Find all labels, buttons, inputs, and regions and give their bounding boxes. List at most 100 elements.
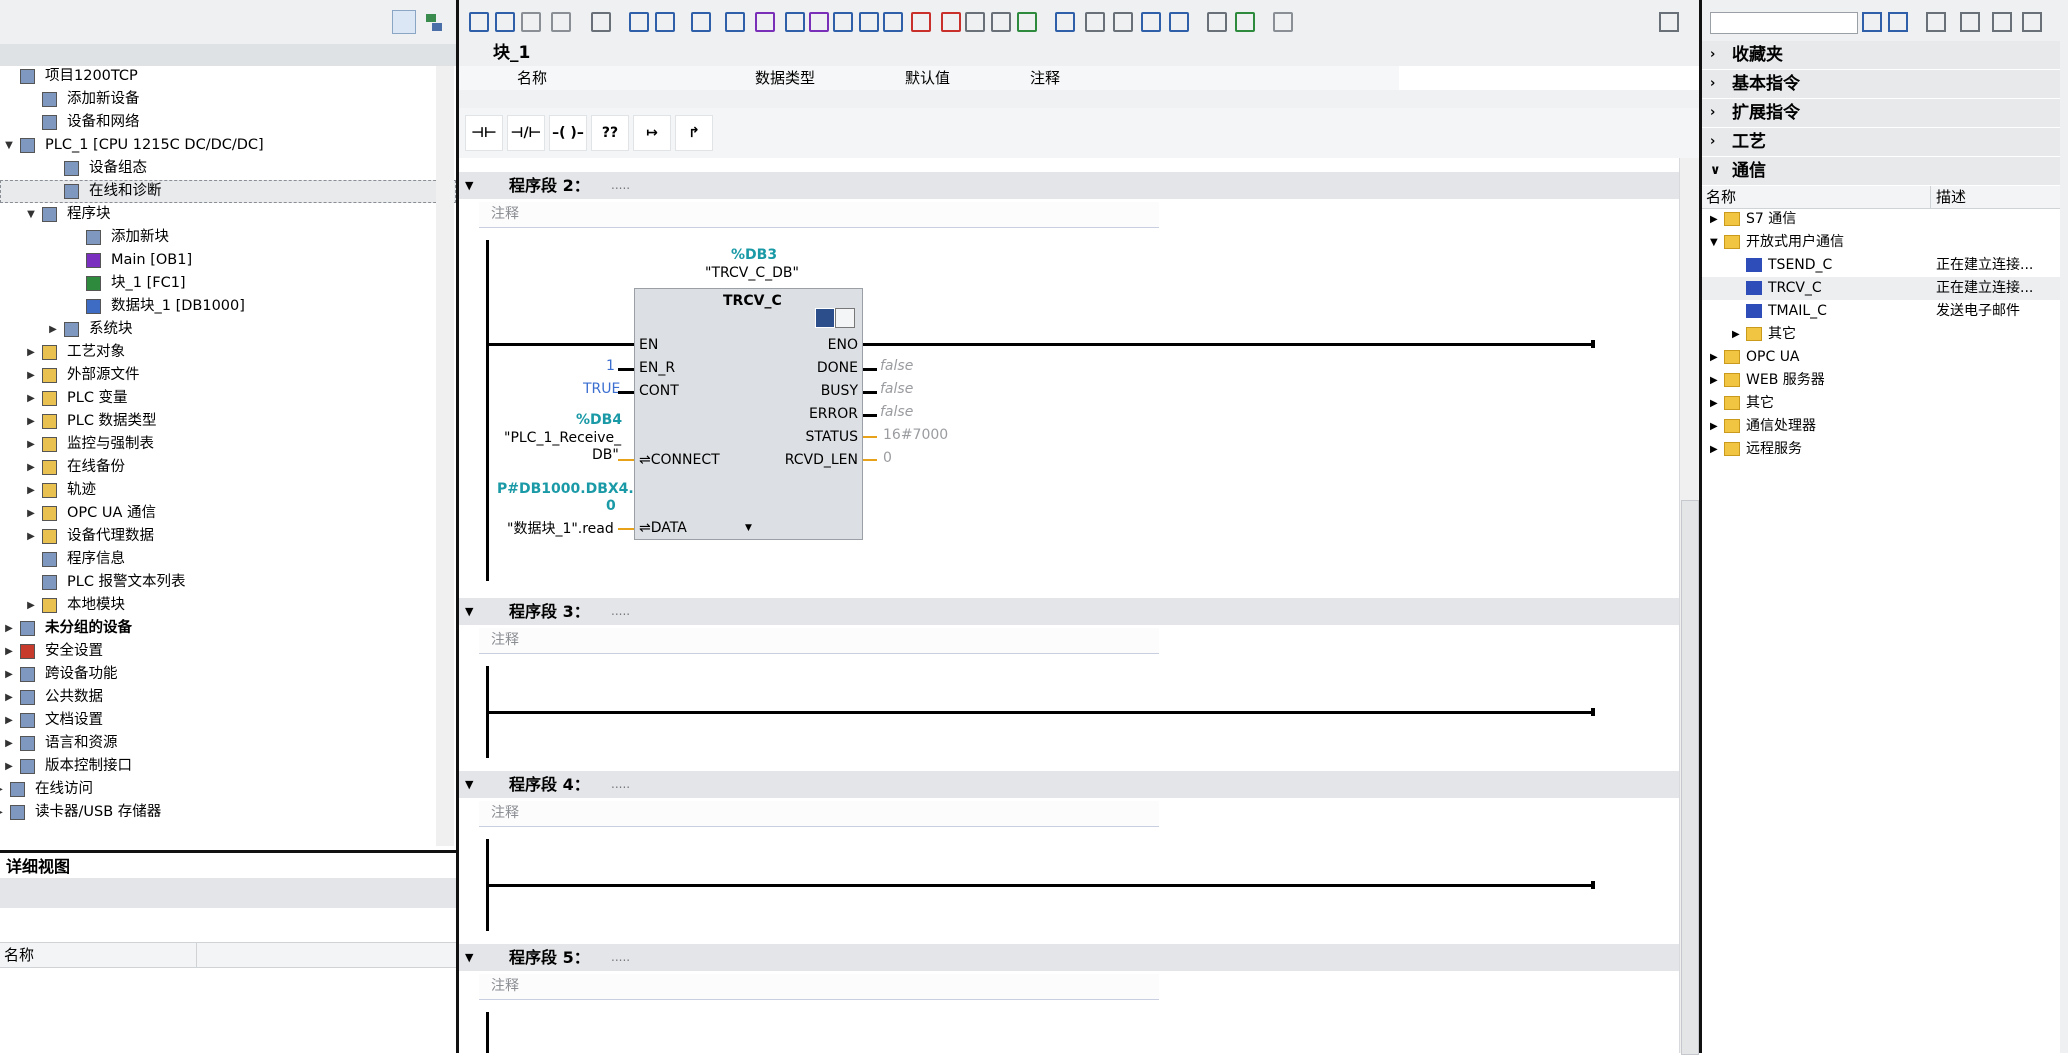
tree-item[interactable]: 程序信息 bbox=[0, 548, 456, 571]
cont-value[interactable]: TRUE bbox=[583, 381, 620, 397]
tree-item[interactable]: ▶ 工艺对象 bbox=[0, 341, 456, 364]
toolbar-tool-icon[interactable] bbox=[725, 12, 745, 32]
coil-button[interactable]: –( )– bbox=[549, 115, 587, 151]
palette-tool-icon[interactable] bbox=[2022, 12, 2042, 32]
tree-item[interactable]: 添加新设备 bbox=[0, 88, 456, 111]
toolbar-tool-icon[interactable] bbox=[655, 12, 675, 32]
palette-section[interactable]: ∨ 通信 bbox=[1702, 157, 2060, 186]
palette-tool-icon[interactable] bbox=[1888, 12, 1908, 32]
network-4-header[interactable]: ▼ 程序段 4： ..... bbox=[459, 771, 1679, 798]
tree-item[interactable]: ▶ 版本控制接口 bbox=[0, 755, 456, 778]
instruction-item[interactable]: TMAIL_C 发送电子邮件 bbox=[1702, 300, 2060, 323]
expand-icon[interactable]: ▶ bbox=[24, 456, 38, 479]
expand-icon[interactable]: ▶ bbox=[0, 778, 6, 801]
toolbar-tool-icon[interactable] bbox=[833, 12, 853, 32]
expand-icon[interactable]: ▶ bbox=[1732, 323, 1740, 346]
toolbar-tool-icon[interactable] bbox=[941, 12, 961, 32]
collapse-icon[interactable]: ▼ bbox=[465, 598, 473, 625]
expand-icon[interactable]: ▶ bbox=[24, 525, 38, 548]
tree-item[interactable]: ▶ 跨设备功能 bbox=[0, 663, 456, 686]
expand-icon[interactable]: ▶ bbox=[1710, 346, 1718, 369]
toolbar-tool-icon[interactable] bbox=[1085, 12, 1105, 32]
toolbar-tool-icon[interactable] bbox=[591, 12, 611, 32]
instruction-item[interactable]: ▶ 其它 bbox=[1702, 392, 2060, 415]
instruction-item[interactable]: ▶ 远程服务 bbox=[1702, 438, 2060, 461]
toolbar-tool-icon[interactable] bbox=[1055, 12, 1075, 32]
expand-icon[interactable]: ▶ bbox=[0, 801, 6, 824]
expand-icon[interactable]: ▶ bbox=[24, 341, 38, 364]
empty-box-button[interactable]: ?? bbox=[591, 115, 629, 151]
instructions-col-name[interactable]: 名称 bbox=[1706, 186, 1736, 208]
toolbar-tool-icon[interactable] bbox=[495, 12, 515, 32]
toolbar-tool-icon[interactable] bbox=[1141, 12, 1161, 32]
expand-icon[interactable]: ▶ bbox=[46, 318, 60, 341]
expand-icon[interactable]: ▶ bbox=[2, 709, 16, 732]
tree-item[interactable]: 设备组态 bbox=[0, 157, 456, 180]
toolbar-tool-icon[interactable] bbox=[1207, 12, 1227, 32]
toolbar-tool-icon[interactable] bbox=[883, 12, 903, 32]
tree-item[interactable]: ▶ 安全设置 bbox=[0, 640, 456, 663]
palette-tool-icon[interactable] bbox=[1862, 12, 1882, 32]
busy-value[interactable]: false bbox=[880, 381, 913, 397]
tree-item[interactable]: ▶ 语言和资源 bbox=[0, 732, 456, 755]
toolbar-tool-icon[interactable] bbox=[629, 12, 649, 32]
expand-icon[interactable]: ▶ bbox=[2, 640, 16, 663]
tree-item[interactable]: ▶ 轨迹 bbox=[0, 479, 456, 502]
task-card-tabs[interactable] bbox=[2060, 44, 2068, 1053]
project-tree-scrollbar[interactable] bbox=[436, 66, 454, 846]
network-title-placeholder[interactable]: ..... bbox=[611, 771, 630, 798]
tree-item[interactable]: 在线和诊断 bbox=[0, 180, 456, 203]
instruction-item[interactable]: TRCV_C 正在建立连接... bbox=[1702, 277, 2060, 300]
tree-item[interactable]: 块_1 [FC1] bbox=[0, 272, 456, 295]
palette-section[interactable]: › 收藏夹 bbox=[1702, 41, 2060, 70]
toolbar-tool-icon[interactable] bbox=[521, 12, 541, 32]
palette-tool-icon[interactable] bbox=[1960, 12, 1980, 32]
collapse-icon[interactable]: ▼ bbox=[465, 172, 473, 199]
expand-icon[interactable]: ▶ bbox=[24, 387, 38, 410]
toolbar-tool-icon[interactable] bbox=[691, 12, 711, 32]
expand-icon[interactable]: ▶ bbox=[2, 617, 16, 640]
tree-item[interactable]: ▶ 公共数据 bbox=[0, 686, 456, 709]
network-comment[interactable]: 注释 bbox=[479, 801, 1159, 827]
expand-icon[interactable]: ▶ bbox=[24, 502, 38, 525]
interface-col-name[interactable]: 名称 bbox=[517, 66, 547, 90]
no-contact-button[interactable]: ⊣⊢ bbox=[465, 115, 503, 151]
expand-icon[interactable]: ▶ bbox=[24, 364, 38, 387]
palette-tool-icon[interactable] bbox=[1992, 12, 2012, 32]
interface-splitter[interactable] bbox=[459, 90, 1699, 110]
expand-icon[interactable]: ▶ bbox=[2, 663, 16, 686]
toolbar-tool-icon[interactable] bbox=[1169, 12, 1189, 32]
network-3-header[interactable]: ▼ 程序段 3： ..... bbox=[459, 598, 1679, 625]
instruction-item[interactable]: ▶ S7 通信 bbox=[1702, 208, 2060, 231]
expand-icon[interactable]: ▶ bbox=[1710, 438, 1718, 461]
expand-icon[interactable]: ▶ bbox=[2, 732, 16, 755]
toolbar-tool-icon[interactable] bbox=[1235, 12, 1255, 32]
empty-rung[interactable] bbox=[489, 711, 1593, 714]
interface-col-datatype[interactable]: 数据类型 bbox=[755, 66, 815, 90]
toolbar-tool-icon[interactable] bbox=[551, 12, 571, 32]
toolbar-tool-icon[interactable] bbox=[911, 12, 931, 32]
chevron-right-icon[interactable]: › bbox=[1710, 99, 1715, 127]
network-2-header[interactable]: ▼ 程序段 2： ..... bbox=[459, 172, 1679, 199]
tree-item[interactable]: ▶ 读卡器/USB 存储器 bbox=[0, 801, 456, 824]
tree-item[interactable]: ▼ PLC_1 [CPU 1215C DC/DC/DC] bbox=[0, 134, 456, 157]
expand-chevron-icon[interactable]: ▼ bbox=[745, 523, 752, 533]
chevron-right-icon[interactable]: › bbox=[1710, 41, 1715, 69]
instruction-item[interactable]: ▶ 通信处理器 bbox=[1702, 415, 2060, 438]
connect-name-line2[interactable]: DB" bbox=[592, 447, 619, 463]
instructions-col-desc[interactable]: 描述 bbox=[1936, 186, 1966, 208]
view-toggle-button[interactable] bbox=[392, 10, 416, 34]
expand-icon[interactable]: ▶ bbox=[1710, 415, 1718, 438]
tree-item[interactable]: ▶ PLC 变量 bbox=[0, 387, 456, 410]
toolbar-tool-icon[interactable] bbox=[1273, 12, 1293, 32]
collapse-icon[interactable]: ▼ bbox=[2, 134, 16, 157]
done-value[interactable]: false bbox=[880, 358, 913, 374]
network-title-placeholder[interactable]: ..... bbox=[611, 172, 630, 199]
tree-item[interactable]: ▶ 监控与强制表 bbox=[0, 433, 456, 456]
close-branch-button[interactable]: ↱ bbox=[675, 115, 713, 151]
tree-item[interactable]: ▶ 未分组的设备 bbox=[0, 617, 456, 640]
data-address-line2[interactable]: 0 bbox=[606, 498, 616, 514]
en-r-value[interactable]: 1 bbox=[606, 358, 615, 374]
toolbar-tool-icon[interactable] bbox=[809, 12, 829, 32]
toolbar-tool-icon[interactable] bbox=[1113, 12, 1133, 32]
